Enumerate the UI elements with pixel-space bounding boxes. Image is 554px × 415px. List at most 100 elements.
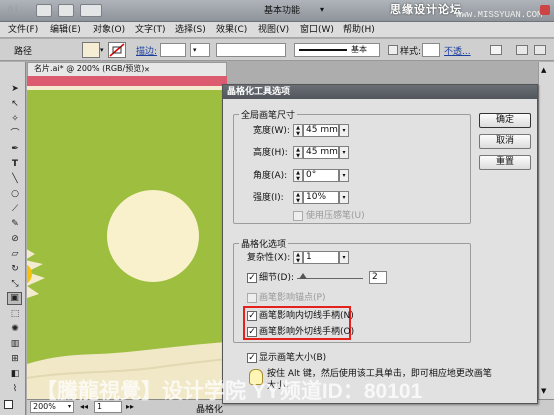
width-dropdown[interactable]: ▾: [339, 124, 349, 137]
lasso-icon[interactable]: ⌒: [9, 129, 21, 140]
fill-swatch[interactable]: [82, 42, 100, 58]
ok-button[interactable]: 确定: [479, 113, 531, 128]
arrange-documents-icon[interactable]: [58, 4, 74, 17]
stroke-weight-input[interactable]: [160, 43, 186, 57]
layout-icon[interactable]: [80, 4, 102, 17]
close-icon[interactable]: ✕: [144, 64, 150, 76]
detail-input[interactable]: 2: [369, 271, 387, 284]
chevron-down-icon[interactable]: ▾: [320, 5, 324, 14]
width-label: 宽度(W):: [253, 126, 290, 136]
eyedropper-icon[interactable]: ⌇: [9, 384, 21, 395]
selection-type-label: 路径: [14, 47, 33, 57]
intensity-spinner[interactable]: ▲ ▼: [293, 191, 303, 204]
show-brush-size-checkbox[interactable]: ✓: [247, 353, 257, 363]
angle-input[interactable]: 0°: [303, 169, 339, 182]
angle-dropdown[interactable]: ▾: [339, 169, 349, 182]
complexity-input[interactable]: 1: [303, 251, 339, 264]
stroke-link[interactable]: 描边:: [136, 44, 157, 57]
graphic-style-dropdown[interactable]: [422, 43, 440, 57]
style-label: 样式:: [400, 47, 422, 57]
reset-button[interactable]: 重置: [479, 155, 531, 170]
crystallize-options-dialog: 晶格化工具选项 全局画笔尺寸 宽度(W): ▲ ▼ 45 mm ▾ 高度(H): …: [222, 84, 538, 404]
blob-brush-icon[interactable]: ⊘: [9, 234, 21, 245]
selection-tool-icon[interactable]: ➤: [9, 84, 21, 95]
graph-tool-icon[interactable]: ▥: [9, 339, 21, 350]
stroke-swatch[interactable]: [108, 42, 126, 58]
scale-icon[interactable]: ⤡: [9, 279, 21, 290]
rotate-icon[interactable]: ↻: [9, 264, 21, 275]
bottom-watermark: 【騰龍視覺】设计学院 YY频道ID：80101: [36, 380, 423, 403]
menu-window[interactable]: 窗口(W): [300, 24, 334, 36]
opacity-link[interactable]: 不透...: [444, 44, 471, 57]
height-spinner[interactable]: ▲ ▼: [293, 146, 303, 159]
menu-help[interactable]: 帮助(H): [343, 24, 375, 36]
ellipse-tool-icon[interactable]: ○: [9, 189, 21, 200]
scroll-down-icon[interactable]: ▼: [541, 387, 546, 395]
menu-object[interactable]: 对象(O): [93, 24, 125, 36]
stroke-weight-dropdown[interactable]: ▾: [190, 43, 210, 57]
detail-slider-thumb[interactable]: [299, 273, 307, 279]
fill-color-icon[interactable]: [4, 400, 13, 409]
menu-view[interactable]: 视图(V): [258, 24, 289, 36]
paintbrush-icon[interactable]: ⟋: [9, 204, 21, 215]
variable-width-dropdown[interactable]: [216, 43, 286, 57]
type-tool-icon[interactable]: T: [9, 159, 21, 170]
intensity-input[interactable]: 10%: [303, 191, 339, 204]
direct-selection-icon[interactable]: ↖: [9, 99, 21, 110]
menu-select[interactable]: 选择(S): [175, 24, 206, 36]
symbol-sprayer-icon[interactable]: ✺: [9, 324, 21, 335]
height-dropdown[interactable]: ▾: [339, 146, 349, 159]
angle-spinner[interactable]: ▲ ▼: [293, 169, 303, 182]
recolor-icon[interactable]: [490, 45, 502, 55]
cancel-button[interactable]: 取消: [479, 134, 531, 149]
height-input[interactable]: 45 mm: [303, 146, 339, 159]
artboard-canvas[interactable]: [27, 76, 227, 399]
eraser-icon[interactable]: ▱: [9, 249, 21, 260]
menu-file[interactable]: 文件(F): [8, 24, 38, 36]
in-handles-label: 画笔影响内切线手柄(N): [259, 311, 354, 321]
menu-type[interactable]: 文字(T): [135, 24, 166, 36]
in-handles-checkbox[interactable]: ✓: [247, 311, 257, 321]
sun-circle[interactable]: [107, 190, 199, 282]
fill-dropdown-arrow[interactable]: ▾: [100, 46, 104, 54]
align-icon[interactable]: [516, 45, 528, 55]
pink-band: [27, 76, 227, 86]
detail-label: 细节(D):: [259, 273, 294, 283]
out-handles-checkbox[interactable]: ✓: [247, 327, 257, 337]
complexity-spinner[interactable]: ▲ ▼: [293, 251, 303, 264]
watermark-url: www.MISSYUAN.COM: [456, 10, 543, 20]
detail-checkbox[interactable]: ✓: [247, 273, 257, 283]
complexity-label: 复杂性(X):: [247, 253, 291, 263]
mesh-tool-icon[interactable]: ⊞: [9, 354, 21, 365]
line-tool-icon[interactable]: ╲: [9, 174, 21, 185]
anchor-points-checkbox[interactable]: [247, 293, 257, 303]
vertical-scrollbar[interactable]: [538, 62, 554, 399]
global-brush-legend: 全局画笔尺寸: [239, 108, 298, 121]
pressure-label: 使用压感笔(U): [306, 211, 365, 221]
gradient-tool-icon[interactable]: ◧: [9, 369, 21, 380]
pressure-checkbox[interactable]: [293, 211, 303, 221]
magic-wand-icon[interactable]: ✧: [9, 114, 21, 125]
workspace-switcher[interactable]: 基本功能: [264, 4, 344, 18]
brush-definition-dropdown[interactable]: 基本: [294, 43, 380, 57]
width-input[interactable]: 45 mm: [303, 124, 339, 137]
globe-icon[interactable]: [388, 45, 398, 55]
crystallize-tool-icon[interactable]: ▣: [7, 292, 22, 305]
pen-tool-icon[interactable]: ✒: [9, 144, 21, 155]
bridge-icon[interactable]: [36, 4, 52, 17]
pencil-icon[interactable]: ✎: [9, 219, 21, 230]
menu-edit[interactable]: 编辑(E): [50, 24, 81, 36]
watermark-text: 思缘设计论坛: [390, 4, 462, 16]
panel-menu-icon[interactable]: [534, 45, 546, 55]
close-window-button[interactable]: [540, 5, 550, 15]
intensity-dropdown[interactable]: ▾: [339, 191, 349, 204]
complexity-dropdown[interactable]: ▾: [339, 251, 349, 264]
anchor-points-label: 画笔影响锚点(P): [259, 293, 326, 303]
free-transform-icon[interactable]: ⬚: [9, 309, 21, 320]
intensity-label: 强度(I):: [253, 193, 284, 203]
show-brush-size-label: 显示画笔大小(B): [259, 353, 327, 363]
menu-effect[interactable]: 效果(C): [216, 24, 247, 36]
scroll-up-icon[interactable]: ▲: [541, 66, 546, 74]
width-spinner[interactable]: ▲ ▼: [293, 124, 303, 137]
document-tab[interactable]: 名片.ai* @ 200% (RGB/预览) ✕: [27, 62, 227, 76]
